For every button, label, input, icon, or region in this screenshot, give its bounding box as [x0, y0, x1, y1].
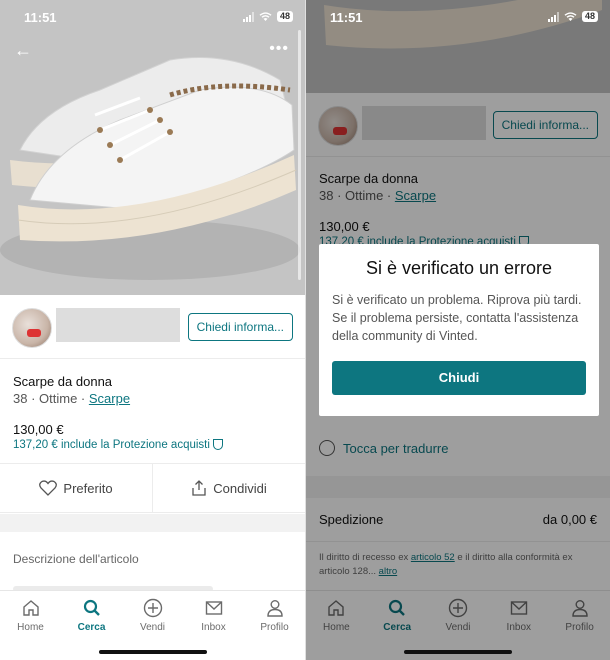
- error-dialog: Si è verificato un errore Si è verificat…: [319, 244, 599, 416]
- item-meta-text: 38 · Ottime ·: [13, 391, 89, 406]
- item-meta: 38 · Ottime · Scarpe: [13, 391, 293, 406]
- sneaker-image: [0, 0, 305, 295]
- signal-icon: [242, 11, 254, 22]
- item-details: Scarpe da donna 38 · Ottime · Scarpe 130…: [13, 360, 293, 451]
- inbox-icon: [203, 597, 225, 619]
- shield-icon: [212, 439, 223, 451]
- more-options-icon[interactable]: •••: [269, 40, 289, 58]
- heart-icon: [39, 480, 58, 496]
- plus-icon: [142, 597, 164, 619]
- share-label: Condividi: [213, 480, 267, 496]
- wifi-icon: [564, 11, 577, 21]
- photo-scrollbar[interactable]: [298, 30, 301, 280]
- seller-row: Chiedi informa...: [0, 295, 305, 359]
- tab-home[interactable]: Home: [0, 597, 61, 660]
- share-button[interactable]: Condividi: [152, 464, 305, 512]
- seller-name-redacted: [56, 308, 180, 342]
- signal-icon: [547, 11, 559, 22]
- profile-icon: [264, 597, 286, 619]
- category-link[interactable]: Scarpe: [89, 391, 130, 406]
- item-price: 130,00 €: [13, 422, 64, 437]
- favorite-button[interactable]: Preferito: [0, 464, 152, 512]
- buyer-protection-text: 137,20 € include la Protezione acquisti: [13, 439, 210, 451]
- tab-sell-label: Vendi: [139, 622, 166, 633]
- share-icon: [192, 480, 206, 496]
- search-icon: [81, 597, 103, 619]
- product-photo[interactable]: [0, 0, 305, 295]
- listing-screen: 11:51 48 ← ••• Chiedi informa... Scarpe …: [0, 0, 305, 660]
- item-actions: Preferito Condividi: [0, 463, 305, 513]
- battery-icon: 48: [276, 11, 293, 22]
- listing-error-screen: Chiedi informa... Scarpe da donna 38 · O…: [305, 0, 610, 660]
- battery-icon: 48: [581, 11, 598, 22]
- home-indicator: [98, 650, 207, 654]
- section-divider: [0, 514, 305, 532]
- dialog-title: Si è verificato un errore: [365, 258, 553, 278]
- tab-search-label: Cerca: [77, 622, 106, 633]
- status-time: 11:51: [330, 10, 363, 25]
- tab-profile-label: Profilo: [260, 622, 289, 633]
- status-bar: 11:51 48: [306, 0, 610, 36]
- tab-profile[interactable]: Profilo: [244, 597, 305, 660]
- wifi-icon: [259, 11, 272, 21]
- seller-avatar[interactable]: [12, 308, 52, 348]
- buyer-protection[interactable]: 137,20 € include la Protezione acquisti: [13, 439, 293, 451]
- tab-inbox-label: Inbox: [201, 622, 226, 633]
- status-time: 11:51: [24, 10, 57, 25]
- ask-info-button[interactable]: Chiedi informa...: [187, 313, 293, 341]
- favorite-label: Preferito: [63, 480, 113, 496]
- status-bar: 11:51 48: [0, 0, 305, 36]
- dialog-message: Si è verificato un problema. Riprova più…: [332, 293, 582, 343]
- description-label: Descrizione dell'articolo: [13, 552, 139, 566]
- tab-home-label: Home: [17, 622, 44, 633]
- home-indicator: [404, 650, 512, 654]
- back-arrow-icon[interactable]: ←: [14, 40, 32, 61]
- item-title: Scarpe da donna: [13, 374, 113, 389]
- close-button[interactable]: Chiudi: [332, 361, 586, 395]
- home-icon: [20, 597, 42, 619]
